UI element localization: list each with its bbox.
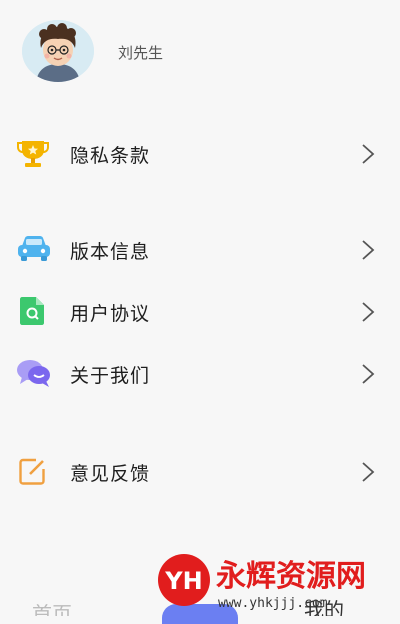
menu-item-about[interactable]: 关于我们	[0, 346, 400, 402]
document-icon	[16, 296, 50, 326]
menu-item-version[interactable]: 版本信息	[0, 222, 400, 278]
avatar[interactable]	[22, 20, 94, 82]
trophy-icon	[16, 138, 50, 168]
menu-item-agreement[interactable]: 用户协议	[0, 284, 400, 340]
car-icon	[16, 234, 50, 264]
chevron-right-icon	[360, 300, 376, 324]
menu-label-agreement: 用户协议	[70, 303, 151, 325]
watermark-brand: 永辉资源网	[216, 559, 366, 594]
username: 刘先生	[118, 44, 164, 62]
menu-label-version: 版本信息	[70, 241, 151, 263]
tab-home[interactable]: 首页	[32, 598, 72, 616]
profile-header[interactable]: 刘先生	[0, 0, 400, 100]
edit-note-icon	[16, 456, 50, 486]
chevron-right-icon	[360, 460, 376, 484]
watermark-logo-text: YH	[164, 567, 202, 595]
menu-label-privacy: 隐私条款	[70, 145, 151, 167]
menu-label-feedback: 意见反馈	[70, 463, 151, 485]
watermark: YH 永辉资源网 www.yhkjjj.com	[156, 552, 382, 616]
chevron-right-icon	[360, 142, 376, 166]
menu-label-about: 关于我们	[70, 365, 151, 387]
menu-item-privacy[interactable]: 隐私条款	[0, 126, 400, 182]
menu-item-feedback[interactable]: 意见反馈	[0, 444, 400, 500]
chevron-right-icon	[360, 238, 376, 262]
chat-bubbles-icon	[16, 358, 50, 388]
avatar-illustration	[22, 20, 94, 82]
chevron-right-icon	[360, 362, 376, 386]
watermark-url: www.yhkjjj.com	[218, 596, 328, 611]
